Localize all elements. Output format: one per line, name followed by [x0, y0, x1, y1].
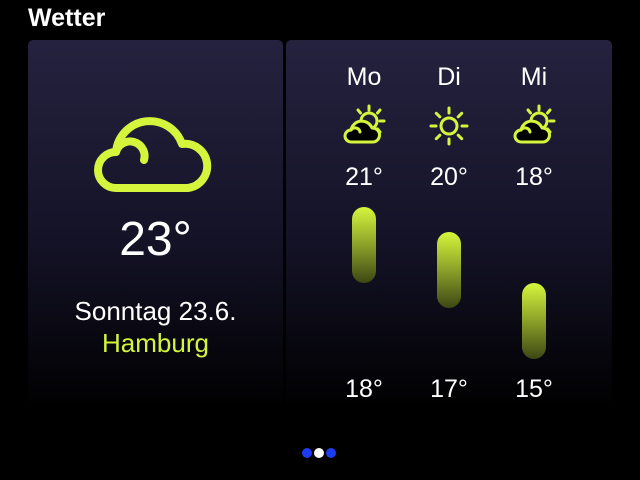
forecast-day-tuesday: Di 20° 17°: [406, 40, 492, 410]
cloud-icon: [94, 117, 212, 192]
partly-cloudy-icon: [513, 104, 556, 144]
forecast-day-label: Mi: [520, 63, 548, 91]
temperature-range-bar: [522, 283, 546, 359]
forecast-day-label: Mo: [346, 63, 382, 91]
forecast-high: 21°: [345, 163, 383, 191]
forecast-high: 18°: [515, 163, 553, 191]
forecast-day-wednesday: Mi 18° 15°: [491, 40, 577, 410]
forecast-card[interactable]: Mo 21° 18° Di 20° 17° Mi 18° 15°: [286, 40, 612, 410]
page-dot-active[interactable]: [314, 448, 324, 458]
forecast-high: 20°: [430, 163, 468, 191]
page-dot[interactable]: [302, 448, 312, 458]
forecast-low: 18°: [345, 375, 383, 403]
temperature-range-bar: [352, 207, 376, 283]
forecast-day-monday: Mo 21° 18°: [321, 40, 407, 410]
forecast-low: 15°: [515, 375, 553, 403]
forecast-low: 17°: [430, 375, 468, 403]
forecast-day-label: Di: [437, 63, 461, 91]
sun-icon: [429, 106, 469, 146]
current-date: Sonntag 23.6.: [74, 296, 237, 326]
current-temperature: 23°: [119, 213, 192, 266]
current-city: Hamburg: [102, 328, 209, 358]
app-title: Wetter: [28, 4, 106, 32]
temperature-range-bar: [437, 232, 461, 308]
partly-cloudy-icon: [343, 104, 386, 144]
page-dot[interactable]: [326, 448, 336, 458]
current-weather-card[interactable]: 23° Sonntag 23.6. Hamburg: [28, 40, 283, 410]
